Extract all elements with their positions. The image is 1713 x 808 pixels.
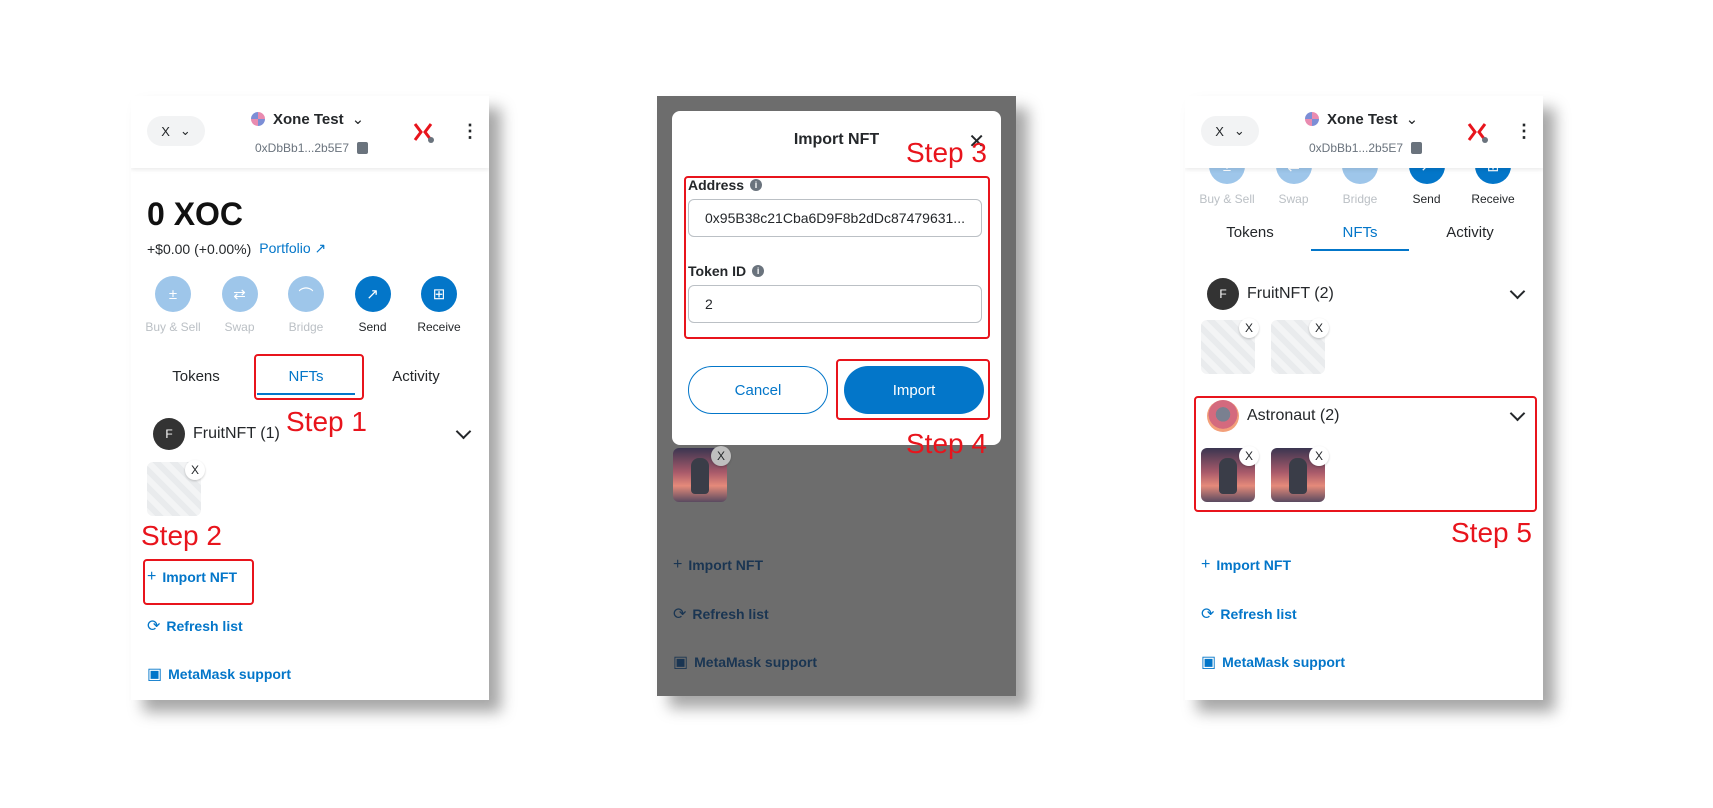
copy-icon[interactable] — [357, 142, 369, 154]
nft-badge: X — [1239, 446, 1259, 466]
fiat-change: +$0.00 (+0.00%) — [147, 240, 252, 257]
network-label: X — [161, 123, 170, 139]
tab-nfts[interactable]: NFTs — [1305, 218, 1415, 251]
nft-badge: X — [1239, 318, 1259, 338]
xone-logo-icon[interactable] — [1465, 120, 1489, 144]
refresh-list-link[interactable]: ⟳ Refresh list — [147, 616, 243, 636]
step2-label: Step 2 — [141, 520, 222, 551]
step3-label: Step 3 — [906, 137, 987, 168]
support-icon: ▣ — [673, 654, 689, 671]
kebab-menu-icon[interactable]: ⋮ — [461, 122, 479, 140]
collection-avatar: F — [153, 418, 185, 450]
collection-avatar: F — [1207, 278, 1239, 310]
chevron-down-icon: ⌄ — [1233, 123, 1245, 138]
nft-badge: X — [1309, 318, 1329, 338]
account-address[interactable]: 0xDbBb1...2b5E7 — [1309, 141, 1423, 155]
nft-thumbnail[interactable]: X — [1201, 318, 1259, 374]
copy-icon[interactable] — [1411, 142, 1423, 154]
swap-icon: ⇄ — [221, 276, 258, 312]
refresh-list-link: ⟳ Refresh list — [673, 606, 769, 623]
nft-thumbnail: X — [673, 446, 731, 502]
refresh-list-link[interactable]: ⟳ Refresh list — [1201, 604, 1297, 624]
refresh-icon: ⟳ — [147, 618, 161, 635]
cancel-button[interactable]: Cancel — [688, 366, 828, 414]
tab-tokens[interactable]: Tokens — [1195, 218, 1305, 251]
nft-thumbnail[interactable]: X — [1271, 318, 1329, 374]
account-address[interactable]: 0xDbBb1...2b5E7 — [255, 141, 369, 155]
import-nft-link: + Import NFT — [673, 556, 763, 573]
tab-activity[interactable]: Activity — [361, 362, 471, 395]
step1-label: Step 1 — [286, 406, 367, 437]
receive-button[interactable]: ⊞Receive — [407, 276, 471, 334]
support-icon: ▣ — [147, 666, 163, 683]
fiat-balance: +$0.00 (+0.00%) Portfolio ↗ — [147, 240, 326, 257]
account-address-text: 0xDbBb1...2b5E7 — [1309, 141, 1404, 155]
swap-button[interactable]: ⇄Swap — [208, 276, 272, 334]
bridge-icon: ⌒ — [288, 276, 324, 312]
action-row: ±Buy & Sell ⇄Swap ⌒Bridge ↗Send ⊞Receive — [141, 276, 471, 334]
step4-highlight-box — [836, 359, 990, 420]
nft-thumbnail[interactable]: X — [147, 460, 205, 516]
wallet-header: X ⌄ Xone Test ⌄ 0xDbBb1...2b5E7 ⋮ — [131, 96, 489, 168]
step2-highlight-box — [143, 559, 254, 605]
network-selector[interactable]: X ⌄ — [147, 116, 205, 146]
plus-icon: + — [1201, 556, 1211, 573]
account-selector[interactable]: Xone Test ⌄ — [1305, 110, 1418, 128]
buy-sell-button[interactable]: ±Buy & Sell — [141, 276, 205, 334]
receive-icon: ⊞ — [421, 276, 457, 312]
chevron-down-icon[interactable] — [1509, 283, 1526, 299]
bridge-button[interactable]: ⌒Bridge — [274, 276, 338, 334]
support-link[interactable]: ▣ MetaMask support — [1201, 652, 1345, 672]
chevron-down-icon: ⌄ — [179, 123, 191, 138]
network-selector[interactable]: X ⌄ — [1201, 116, 1259, 146]
nft-badge: X — [711, 446, 731, 466]
account-name: Xone Test — [273, 110, 344, 128]
account-address-text: 0xDbBb1...2b5E7 — [255, 141, 350, 155]
nft-badge: X — [1309, 446, 1329, 466]
support-link: ▣ MetaMask support — [673, 654, 818, 671]
chevron-down-icon: ⌄ — [351, 111, 365, 128]
refresh-icon: ⟳ — [673, 606, 687, 623]
network-label: X — [1215, 123, 1224, 139]
plus-icon: + — [673, 556, 683, 573]
tab-tokens[interactable]: Tokens — [141, 362, 251, 395]
balance: 0 XOC — [147, 196, 244, 232]
tab-bar: Tokens NFTs Activity — [1195, 218, 1525, 251]
send-icon: ↗ — [354, 276, 391, 312]
import-nft-link[interactable]: + Import NFT — [1201, 556, 1291, 574]
refresh-icon: ⟳ — [1201, 606, 1215, 623]
account-avatar-icon — [251, 112, 265, 126]
chevron-down-icon: ⌄ — [1405, 111, 1419, 128]
send-button[interactable]: ↗Send — [341, 276, 405, 334]
collection-name: FruitNFT (2) — [1247, 285, 1334, 302]
account-selector[interactable]: Xone Test ⌄ — [251, 110, 364, 128]
step4-label: Step 4 — [906, 428, 987, 459]
account-name: Xone Test — [1327, 110, 1398, 128]
account-avatar-icon — [1305, 112, 1319, 126]
collection-name: FruitNFT (1) — [193, 425, 280, 442]
nft-badge: X — [185, 460, 205, 480]
support-icon: ▣ — [1201, 654, 1217, 671]
collection-header[interactable]: F FruitNFT (2) — [1207, 278, 1527, 310]
chevron-down-icon[interactable] — [455, 423, 472, 439]
step1-highlight-box — [254, 354, 364, 400]
wallet-header: X ⌄ Xone Test ⌄ 0xDbBb1...2b5E7 ⋮ — [1185, 96, 1543, 168]
kebab-menu-icon[interactable]: ⋮ — [1515, 122, 1533, 140]
portfolio-link[interactable]: Portfolio ↗ — [259, 240, 326, 257]
xone-logo-icon[interactable] — [411, 120, 435, 144]
tab-activity[interactable]: Activity — [1415, 218, 1525, 251]
step5-label: Step 5 — [1451, 517, 1532, 548]
support-link[interactable]: ▣ MetaMask support — [147, 664, 291, 684]
step3-highlight-box — [684, 176, 990, 339]
buy-sell-icon: ± — [155, 276, 191, 312]
